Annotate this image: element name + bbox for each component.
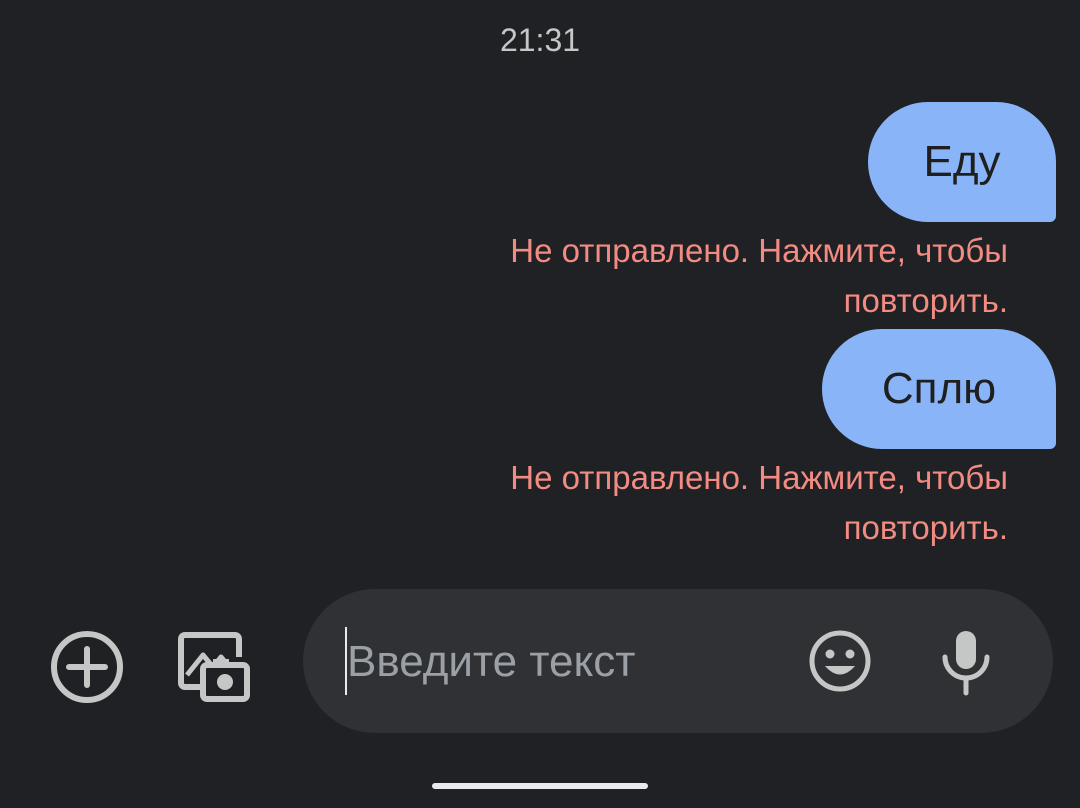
home-indicator[interactable] [432,783,648,789]
message-bubble[interactable]: Сплю [822,329,1056,449]
message-input[interactable] [345,625,789,699]
gallery-camera-icon [178,632,250,702]
send-failed-retry-text[interactable]: Не отправлено. Нажмите, чтобы повторить. [388,453,1008,553]
message-compose-box[interactable] [303,589,1053,733]
text-cursor [345,627,347,695]
gallery-camera-button[interactable] [170,622,256,708]
send-failed-retry-text[interactable]: Не отправлено. Нажмите, чтобы повторить. [388,226,1008,326]
message-bubble[interactable]: Еду [868,102,1056,222]
emoji-icon [809,630,871,692]
mic-icon [942,631,990,696]
emoji-button[interactable] [808,629,872,693]
add-attachment-button[interactable] [44,624,130,710]
add-circle-icon [51,631,123,703]
voice-input-button[interactable] [933,627,999,697]
message-timestamp: 21:31 [499,22,581,58]
